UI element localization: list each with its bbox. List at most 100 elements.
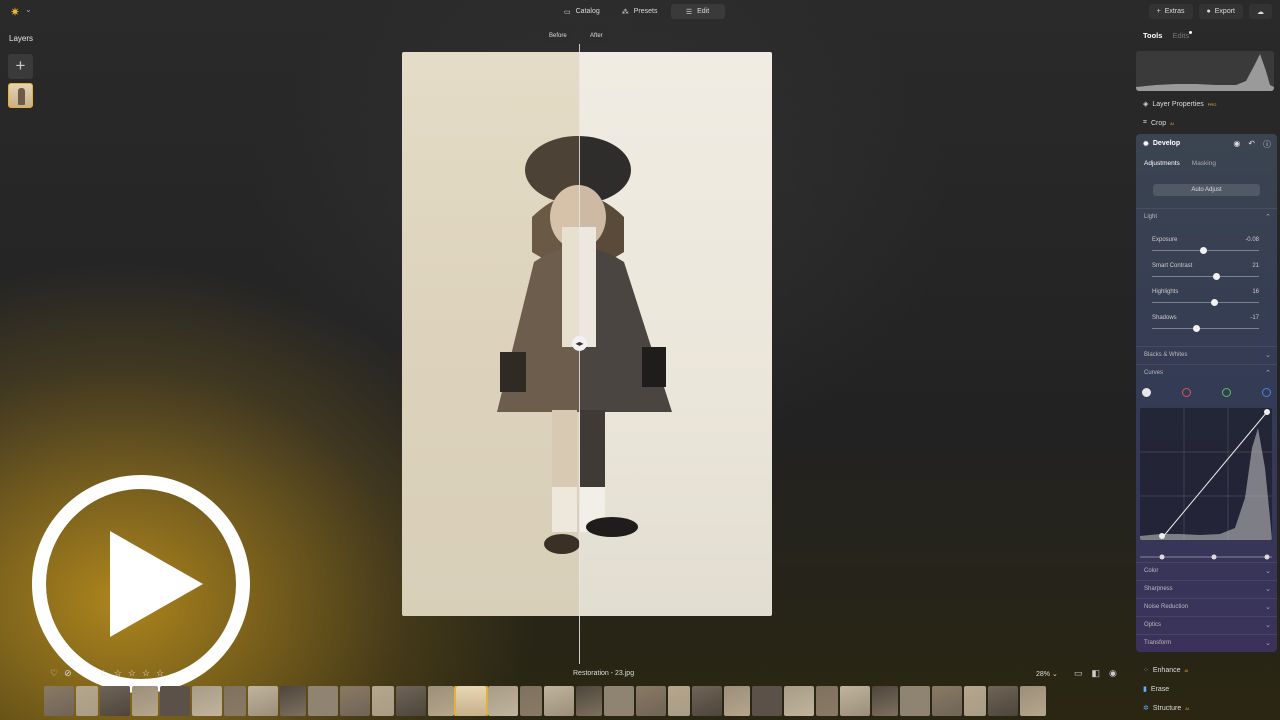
filmstrip-thumbnail[interactable]: [224, 686, 246, 716]
curve-channel-green[interactable]: [1222, 388, 1231, 397]
curve-channel-red[interactable]: [1182, 388, 1191, 397]
structure-tool[interactable]: ✲ Structure AI: [1143, 704, 1189, 713]
star-icon[interactable]: ☆: [114, 668, 122, 679]
slider-exposure[interactable]: Exposure -0.08: [1152, 237, 1259, 257]
filmstrip-thumbnail[interactable]: [340, 686, 370, 716]
filmstrip-thumbnail[interactable]: [692, 686, 722, 716]
undo-icon[interactable]: ↶: [1248, 139, 1255, 150]
compare-view-icon[interactable]: ◧: [1092, 668, 1101, 679]
section-noise-reduction[interactable]: Noise Reduction ⌄: [1136, 598, 1277, 616]
crop-row[interactable]: ⌗ Crop AI: [1143, 119, 1174, 127]
filmstrip-thumbnail[interactable]: [454, 686, 488, 716]
filmstrip-thumbnail[interactable]: [280, 686, 306, 716]
enhance-tool[interactable]: ⁘ Enhance AI: [1143, 666, 1188, 675]
star-icon[interactable]: ☆: [100, 668, 108, 679]
heart-icon[interactable]: ♡: [50, 668, 58, 679]
section-optics[interactable]: Optics ⌄: [1136, 616, 1277, 634]
erase-tool[interactable]: ▮ Erase: [1143, 685, 1169, 694]
slider-knob[interactable]: [1199, 247, 1207, 254]
filmstrip-thumbnail[interactable]: [668, 686, 690, 716]
auto-adjust-button[interactable]: Auto Adjust: [1153, 184, 1260, 196]
slider-smart-contrast[interactable]: Smart Contrast 21: [1152, 263, 1259, 283]
filmstrip-thumbnail[interactable]: [816, 686, 838, 716]
filmstrip-thumbnail[interactable]: [724, 686, 750, 716]
slider-highlights[interactable]: Highlights 16: [1152, 289, 1259, 309]
tab-tools[interactable]: Tools: [1143, 31, 1162, 40]
slider-track[interactable]: [1152, 302, 1259, 303]
filmstrip-thumbnail[interactable]: [604, 686, 634, 716]
filmstrip-thumbnail[interactable]: [784, 686, 814, 716]
filmstrip-thumbnail[interactable]: [988, 686, 1018, 716]
filmstrip-thumbnail[interactable]: [752, 686, 782, 716]
export-button[interactable]: ● Export: [1198, 4, 1243, 19]
app-logo-icon[interactable]: ✷: [10, 5, 20, 19]
photo-canvas[interactable]: [402, 52, 772, 616]
curves-levels-axis[interactable]: [1140, 547, 1272, 560]
filmstrip-thumbnail[interactable]: [576, 686, 602, 716]
star-icon[interactable]: ☆: [142, 668, 150, 679]
filmstrip-thumbnail[interactable]: [840, 686, 870, 716]
filmstrip-thumbnail[interactable]: [636, 686, 666, 716]
slider-knob[interactable]: [1210, 299, 1218, 306]
filmstrip-thumbnail[interactable]: [160, 686, 190, 716]
filmstrip-thumbnail[interactable]: [488, 686, 518, 716]
eye-icon[interactable]: ◉: [1109, 668, 1117, 679]
filmstrip-thumbnail[interactable]: [872, 686, 898, 716]
tab-presets[interactable]: ⁂ Presets: [613, 4, 667, 19]
zoom-level[interactable]: 28% ⌄: [1036, 670, 1058, 678]
filmstrip-thumbnail[interactable]: [544, 686, 574, 716]
star-icon[interactable]: ☆: [156, 668, 164, 679]
filmstrip-thumbnail[interactable]: [192, 686, 222, 716]
filmstrip-toggle-icon[interactable]: ▭: [1074, 668, 1083, 679]
layer-properties-row[interactable]: ◈ Layer Properties PRO: [1143, 100, 1216, 109]
curves-graph[interactable]: [1140, 408, 1272, 540]
section-sharpness[interactable]: Sharpness ⌄: [1136, 580, 1277, 598]
filmstrip-thumbnail[interactable]: [248, 686, 278, 716]
add-layer-button[interactable]: +: [8, 54, 33, 79]
star-icon[interactable]: ☆: [128, 668, 136, 679]
develop-header[interactable]: ✹ Develop: [1143, 140, 1180, 148]
filmstrip-thumbnail[interactable]: [132, 686, 158, 716]
section-color[interactable]: Color ⌄: [1136, 562, 1277, 580]
chevron-down-icon[interactable]: ⌄: [25, 5, 32, 14]
filmstrip-thumbnail[interactable]: [428, 686, 454, 716]
eye-icon[interactable]: ◉: [1233, 139, 1240, 150]
filmstrip-thumbnail[interactable]: [932, 686, 962, 716]
filmstrip-thumbnail[interactable]: [100, 686, 130, 716]
before-label[interactable]: Before: [544, 29, 572, 43]
curve-channel-luminance[interactable]: [1142, 388, 1151, 397]
tab-adjustments[interactable]: Adjustments: [1144, 160, 1180, 167]
slider-knob[interactable]: [1193, 325, 1201, 332]
compare-split-line[interactable]: [579, 44, 580, 664]
filmstrip-thumbnail[interactable]: [308, 686, 338, 716]
info-icon[interactable]: ⓘ: [1263, 139, 1271, 150]
extras-button[interactable]: + Extras: [1148, 4, 1193, 19]
filmstrip-thumbnail[interactable]: [1020, 686, 1046, 716]
tab-edits[interactable]: Edits: [1172, 31, 1193, 40]
filmstrip-thumbnail[interactable]: [520, 686, 542, 716]
curve-channel-blue[interactable]: [1262, 388, 1271, 397]
after-label[interactable]: After: [585, 29, 608, 43]
filmstrip-thumbnail[interactable]: [396, 686, 426, 716]
section-blacks-whites[interactable]: Blacks & Whites ⌄: [1136, 346, 1277, 364]
reject-icon[interactable]: ⊘: [64, 668, 72, 679]
filmstrip-thumbnail[interactable]: [372, 686, 394, 716]
tab-catalog[interactable]: ▭ Catalog: [555, 4, 609, 19]
layer-thumbnail[interactable]: [8, 83, 33, 108]
filmstrip-thumbnail[interactable]: [44, 686, 74, 716]
filmstrip-thumbnail[interactable]: [76, 686, 98, 716]
slider-track[interactable]: [1152, 328, 1259, 329]
slider-track[interactable]: [1152, 276, 1259, 277]
tab-edit[interactable]: ☰ Edit: [670, 4, 725, 19]
filmstrip-thumbnail[interactable]: [964, 686, 986, 716]
section-curves[interactable]: Curves ⌃: [1136, 364, 1277, 382]
slider-knob[interactable]: [1212, 273, 1220, 280]
tab-masking[interactable]: Masking: [1192, 160, 1216, 167]
cloud-button[interactable]: ☁: [1249, 4, 1272, 19]
section-transform[interactable]: Transform ⌄: [1136, 634, 1277, 652]
split-handle-icon[interactable]: ◂▸: [572, 336, 587, 351]
section-light[interactable]: Light ⌃: [1136, 208, 1277, 226]
filmstrip-thumbnail[interactable]: [900, 686, 930, 716]
slider-shadows[interactable]: Shadows -17: [1152, 315, 1259, 335]
play-icon[interactable]: [110, 531, 203, 637]
